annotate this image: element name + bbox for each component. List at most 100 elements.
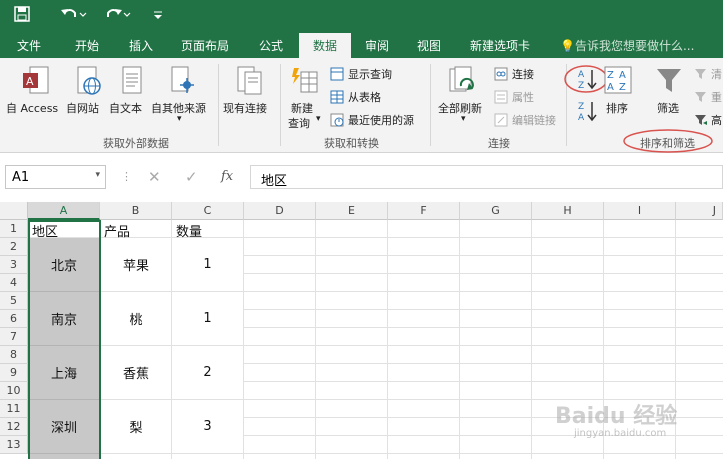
cell-region-3[interactable]: 上海 <box>29 346 99 399</box>
annotation-circle-sort-filter <box>622 128 714 158</box>
column-header-j[interactable]: J <box>676 202 723 220</box>
from-text-button[interactable]: 自文本 <box>109 100 142 116</box>
redo-icon[interactable] <box>104 6 132 26</box>
row-header-12[interactable]: 12 <box>0 418 28 436</box>
column-header-d[interactable]: D <box>244 202 316 220</box>
customize-qat-icon[interactable] <box>152 6 164 26</box>
sort-dialog-icon: ZAAZ <box>604 66 632 100</box>
row-header-5[interactable]: 5 <box>0 292 28 310</box>
cell-product-2[interactable]: 桃 <box>101 292 171 345</box>
cell-qty-2[interactable]: 1 <box>172 292 243 345</box>
gridline <box>459 220 460 459</box>
group-separator <box>430 64 431 146</box>
svg-text:A: A <box>619 70 626 81</box>
column-header-f[interactable]: F <box>388 202 460 220</box>
from-access-button[interactable]: 自 Access <box>6 100 58 116</box>
enter-icon[interactable]: ✓ <box>185 168 198 186</box>
other-sources-icon <box>168 66 196 100</box>
tab-new-tab[interactable]: 新建选项卡 <box>470 37 530 54</box>
cancel-icon[interactable]: ✕ <box>148 168 161 186</box>
column-header-h[interactable]: H <box>532 202 604 220</box>
row-header-4[interactable]: 4 <box>0 274 28 292</box>
show-queries-button[interactable]: 显示查询 <box>348 66 392 82</box>
cell-qty-3[interactable]: 2 <box>172 346 243 399</box>
gridline <box>315 220 316 459</box>
cell-region-2[interactable]: 南京 <box>29 292 99 345</box>
sort-z-to-a-icon[interactable]: ZA <box>577 100 597 126</box>
connections-button[interactable]: 连接 <box>512 66 534 82</box>
row-header-11[interactable]: 11 <box>0 400 28 418</box>
new-query-label-2[interactable]: 查询 <box>288 115 310 131</box>
recent-sources-icon <box>330 112 344 131</box>
tab-review[interactable]: 审阅 <box>365 37 389 54</box>
tab-page-layout[interactable]: 页面布局 <box>181 37 229 54</box>
group-separator <box>280 64 281 146</box>
edit-links-button[interactable]: 编辑链接 <box>512 112 556 128</box>
column-header-g[interactable]: G <box>460 202 532 220</box>
clear-filter-icon <box>694 66 708 85</box>
column-header-i[interactable]: I <box>604 202 676 220</box>
cell-region-1[interactable]: 北京 <box>29 238 99 291</box>
existing-connections-icon <box>236 66 264 100</box>
tab-insert[interactable]: 插入 <box>129 37 153 54</box>
cell-product-3[interactable]: 香蕉 <box>101 346 171 399</box>
sort-button[interactable]: 排序 <box>606 100 628 116</box>
gridline <box>531 220 532 459</box>
properties-button[interactable]: 属性 <box>512 89 534 105</box>
svg-text:Z: Z <box>578 102 584 112</box>
tab-view[interactable]: 视图 <box>417 37 441 54</box>
existing-connections-button[interactable]: 现有连接 <box>223 100 267 116</box>
reapply-icon <box>694 89 708 108</box>
cell-qty-1[interactable]: 1 <box>172 238 243 291</box>
tab-file[interactable]: 文件 <box>17 37 41 54</box>
filter-icon <box>655 66 683 100</box>
cell-qty-4[interactable]: 3 <box>172 400 243 453</box>
group-label-get-external-data: 获取外部数据 <box>103 137 169 150</box>
refresh-all-icon <box>447 66 477 100</box>
clear-button[interactable]: 清 <box>711 66 722 82</box>
reapply-button[interactable]: 重 <box>711 89 722 105</box>
insert-function-icon[interactable]: fx <box>221 169 233 184</box>
row-header-8[interactable]: 8 <box>0 346 28 364</box>
recent-sources-button[interactable]: 最近使用的源 <box>348 112 414 128</box>
name-box[interactable]: A1 ▾ <box>5 165 106 189</box>
svg-text:A: A <box>578 113 585 122</box>
tab-formulas[interactable]: 公式 <box>259 37 283 54</box>
properties-icon <box>494 89 508 108</box>
svg-text:Z: Z <box>619 82 626 93</box>
from-table-button[interactable]: 从表格 <box>348 89 381 105</box>
tell-me-box[interactable]: 💡告诉我您想要做什么... <box>560 37 694 54</box>
row-header-10[interactable]: 10 <box>0 382 28 400</box>
advanced-button[interactable]: 高 <box>711 112 722 128</box>
row-header-13[interactable]: 13 <box>0 436 28 454</box>
chevron-down-icon: ▾ <box>316 114 321 124</box>
column-header-a[interactable]: A <box>28 202 100 220</box>
lightbulb-icon: 💡 <box>560 39 575 53</box>
row-header-9[interactable]: 9 <box>0 364 28 382</box>
column-header-e[interactable]: E <box>316 202 388 220</box>
from-web-button[interactable]: 自网站 <box>66 100 99 116</box>
row-header-3[interactable]: 3 <box>0 256 28 274</box>
annotation-circle-sort <box>563 63 609 99</box>
row-header-6[interactable]: 6 <box>0 310 28 328</box>
edit-links-icon <box>494 112 508 131</box>
cell-product-4[interactable]: 梨 <box>101 400 171 453</box>
watermark-brand: Baidu 经验 <box>555 404 678 429</box>
undo-icon[interactable] <box>60 6 88 26</box>
cell-product-1[interactable]: 苹果 <box>101 238 171 291</box>
filter-button[interactable]: 筛选 <box>657 100 679 116</box>
tab-home[interactable]: 开始 <box>75 37 99 54</box>
select-all-corner[interactable] <box>0 202 28 220</box>
row-header-2[interactable]: 2 <box>0 238 28 256</box>
row-header-7[interactable]: 7 <box>0 328 28 346</box>
cell-region-4[interactable]: 深圳 <box>29 400 99 453</box>
tab-data[interactable]: 数据 <box>313 37 337 54</box>
refresh-all-button[interactable]: 全部刷新 <box>438 100 482 116</box>
svg-text:A: A <box>26 75 34 88</box>
column-header-c[interactable]: C <box>172 202 244 220</box>
column-header-b[interactable]: B <box>100 202 172 220</box>
save-icon[interactable] <box>14 6 30 26</box>
new-query-label-1[interactable]: 新建 <box>291 100 313 116</box>
row-header-1[interactable]: 1 <box>0 220 28 238</box>
formula-input[interactable]: 地区 <box>250 165 723 189</box>
